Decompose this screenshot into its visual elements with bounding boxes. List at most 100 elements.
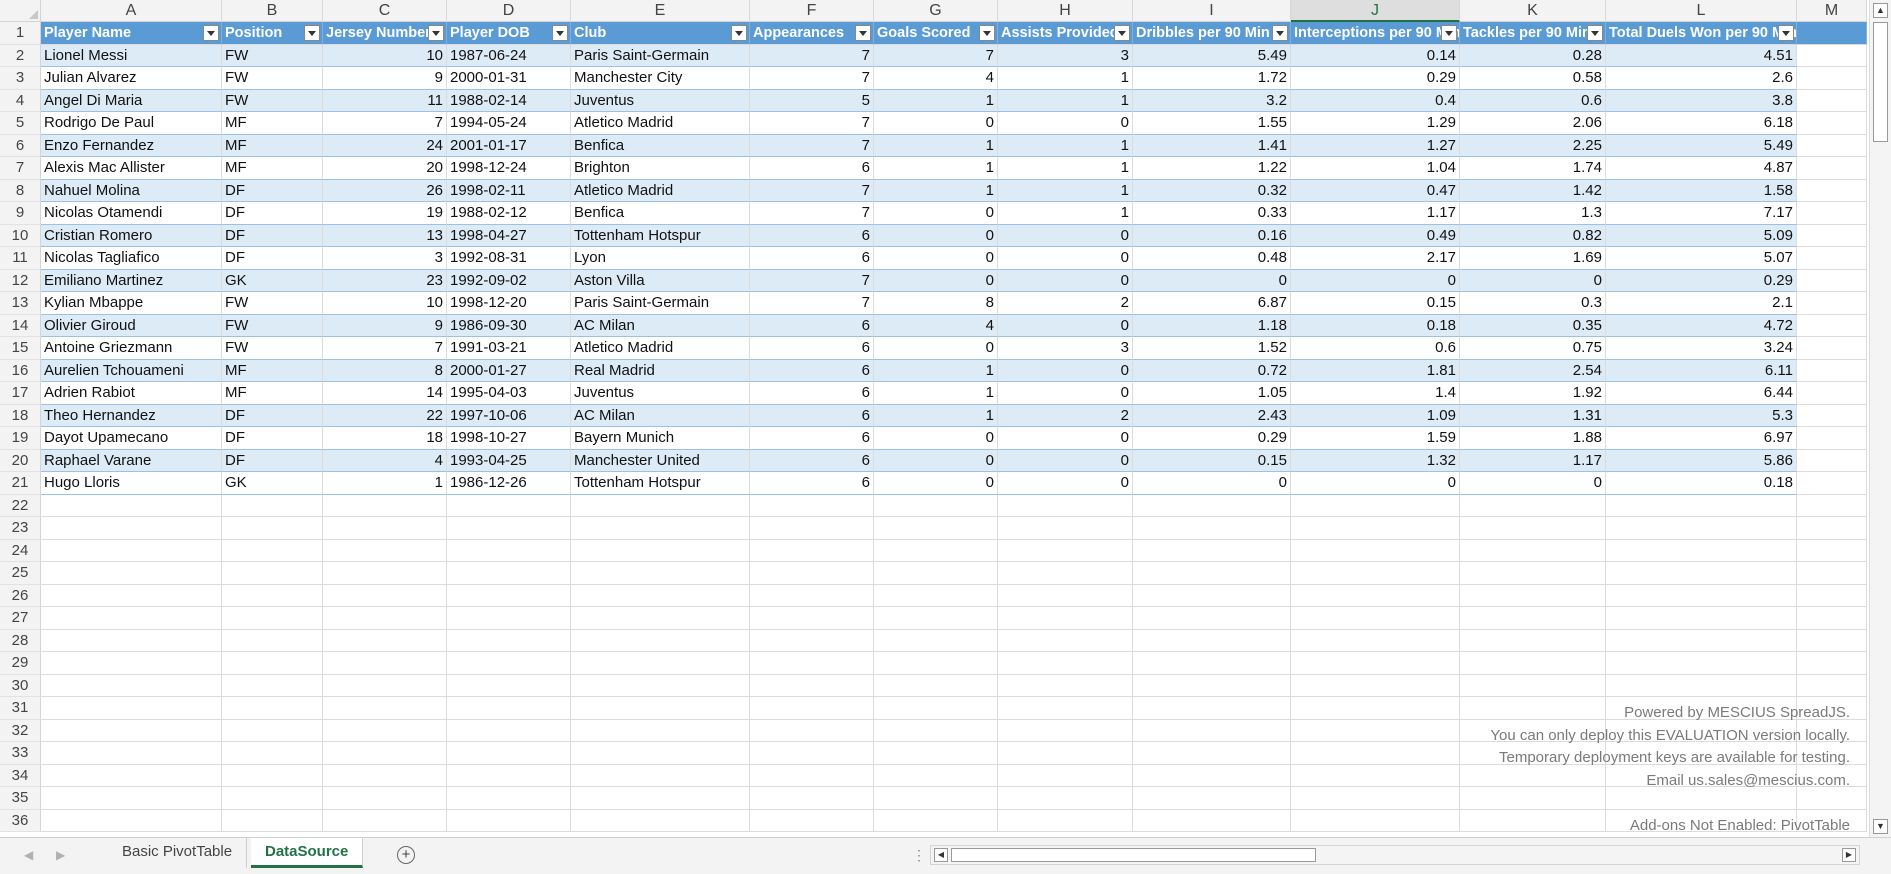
empty-cell[interactable] xyxy=(998,809,1133,832)
table-cell[interactable]: 6 xyxy=(750,449,874,472)
table-cell[interactable]: MF xyxy=(222,112,323,135)
table-cell[interactable]: Aurelien Tchouameni xyxy=(41,359,222,382)
empty-cell[interactable] xyxy=(1797,224,1867,247)
table-cell[interactable]: 1.4 xyxy=(1291,382,1460,405)
row-header[interactable]: 31 xyxy=(0,697,41,720)
table-cell[interactable]: 0.72 xyxy=(1133,359,1291,382)
table-cell[interactable]: 6 xyxy=(750,359,874,382)
table-cell[interactable]: 0.3 xyxy=(1460,292,1606,315)
table-cell[interactable]: 1994-05-24 xyxy=(447,112,571,135)
table-cell[interactable]: Julian Alvarez xyxy=(41,67,222,90)
empty-cell[interactable] xyxy=(323,494,447,517)
empty-cell[interactable] xyxy=(323,742,447,765)
empty-cell[interactable] xyxy=(1797,359,1867,382)
empty-cell[interactable] xyxy=(1797,562,1867,585)
row-header[interactable]: 22 xyxy=(0,494,41,517)
empty-cell[interactable] xyxy=(998,539,1133,562)
empty-cell[interactable] xyxy=(41,764,222,787)
empty-cell[interactable] xyxy=(1133,652,1291,675)
table-cell[interactable]: 0 xyxy=(998,427,1133,450)
table-cell[interactable]: 1 xyxy=(874,179,998,202)
empty-cell[interactable] xyxy=(447,742,571,765)
table-cell[interactable]: MF xyxy=(222,157,323,180)
table-cell[interactable]: FW xyxy=(222,337,323,360)
table-cell[interactable]: Juventus xyxy=(571,89,750,112)
table-cell[interactable]: 7 xyxy=(874,44,998,67)
empty-cell[interactable] xyxy=(1133,539,1291,562)
table-cell[interactable]: 1988-02-12 xyxy=(447,202,571,225)
empty-cell[interactable] xyxy=(874,764,998,787)
empty-cell[interactable] xyxy=(323,674,447,697)
filter-dropdown-icon[interactable] xyxy=(1272,25,1288,41)
empty-cell[interactable] xyxy=(750,539,874,562)
empty-cell[interactable] xyxy=(1291,584,1460,607)
empty-cell[interactable] xyxy=(1797,472,1867,495)
empty-cell[interactable] xyxy=(1133,719,1291,742)
table-cell[interactable]: 2 xyxy=(998,292,1133,315)
empty-cell[interactable] xyxy=(874,562,998,585)
empty-cell[interactable] xyxy=(571,629,750,652)
table-cell[interactable]: 0 xyxy=(998,247,1133,270)
table-cell[interactable]: 1988-02-14 xyxy=(447,89,571,112)
empty-cell[interactable] xyxy=(323,787,447,810)
table-cell[interactable]: 0.32 xyxy=(1133,179,1291,202)
empty-cell[interactable] xyxy=(222,719,323,742)
column-header-e[interactable]: E xyxy=(571,0,750,22)
table-cell[interactable]: 1 xyxy=(998,157,1133,180)
table-cell[interactable]: 18 xyxy=(323,427,447,450)
table-cell[interactable]: Atletico Madrid xyxy=(571,337,750,360)
table-cell[interactable]: 23 xyxy=(323,269,447,292)
table-cell[interactable]: 7 xyxy=(750,134,874,157)
table-cell[interactable]: 1998-12-24 xyxy=(447,157,571,180)
table-cell[interactable]: Juventus xyxy=(571,382,750,405)
table-cell[interactable]: 1 xyxy=(874,89,998,112)
empty-cell[interactable] xyxy=(222,809,323,832)
empty-cell[interactable] xyxy=(998,517,1133,540)
tab-nav-next-icon[interactable]: ▶ xyxy=(56,848,65,862)
empty-cell[interactable] xyxy=(41,494,222,517)
empty-cell[interactable] xyxy=(874,539,998,562)
row-header[interactable]: 23 xyxy=(0,517,41,540)
column-header-l[interactable]: L xyxy=(1606,0,1797,22)
table-cell[interactable]: 0 xyxy=(998,382,1133,405)
row-header[interactable]: 29 xyxy=(0,652,41,675)
scroll-left-icon[interactable]: ◀ xyxy=(934,848,948,862)
table-cell[interactable]: 0 xyxy=(874,247,998,270)
table-cell[interactable]: 3.8 xyxy=(1606,89,1797,112)
table-cell[interactable]: 7 xyxy=(750,202,874,225)
empty-cell[interactable] xyxy=(222,742,323,765)
column-header-c[interactable]: C xyxy=(323,0,447,22)
table-cell[interactable]: 2.25 xyxy=(1460,134,1606,157)
table-cell[interactable]: 6 xyxy=(750,337,874,360)
table-cell[interactable]: 0.49 xyxy=(1291,224,1460,247)
empty-cell[interactable] xyxy=(222,607,323,630)
empty-cell[interactable] xyxy=(1133,697,1291,720)
table-header-cell[interactable]: Player Name xyxy=(41,22,222,45)
empty-cell[interactable] xyxy=(222,697,323,720)
table-cell[interactable]: 0.29 xyxy=(1291,67,1460,90)
table-cell[interactable]: 1991-03-21 xyxy=(447,337,571,360)
row-header[interactable]: 13 xyxy=(0,292,41,315)
empty-cell[interactable] xyxy=(1606,517,1797,540)
empty-cell[interactable] xyxy=(750,584,874,607)
empty-cell[interactable] xyxy=(323,584,447,607)
table-cell[interactable]: 1 xyxy=(874,359,998,382)
table-cell[interactable]: 1998-02-11 xyxy=(447,179,571,202)
empty-cell[interactable] xyxy=(571,562,750,585)
empty-cell[interactable] xyxy=(571,764,750,787)
table-cell[interactable]: Atletico Madrid xyxy=(571,179,750,202)
empty-cell[interactable] xyxy=(41,517,222,540)
row-header[interactable]: 21 xyxy=(0,472,41,495)
row-header[interactable]: 20 xyxy=(0,449,41,472)
row-header[interactable]: 19 xyxy=(0,427,41,450)
table-cell[interactable]: 1 xyxy=(998,134,1133,157)
table-cell[interactable]: 1.09 xyxy=(1291,404,1460,427)
table-cell[interactable]: 1.31 xyxy=(1460,404,1606,427)
empty-cell[interactable] xyxy=(222,764,323,787)
column-header-i[interactable]: I xyxy=(1133,0,1291,22)
empty-cell[interactable] xyxy=(1606,674,1797,697)
table-header-cell[interactable]: Interceptions per 90 Min xyxy=(1291,22,1460,45)
table-cell[interactable]: 0 xyxy=(874,269,998,292)
table-cell[interactable]: DF xyxy=(222,449,323,472)
empty-cell[interactable] xyxy=(323,629,447,652)
